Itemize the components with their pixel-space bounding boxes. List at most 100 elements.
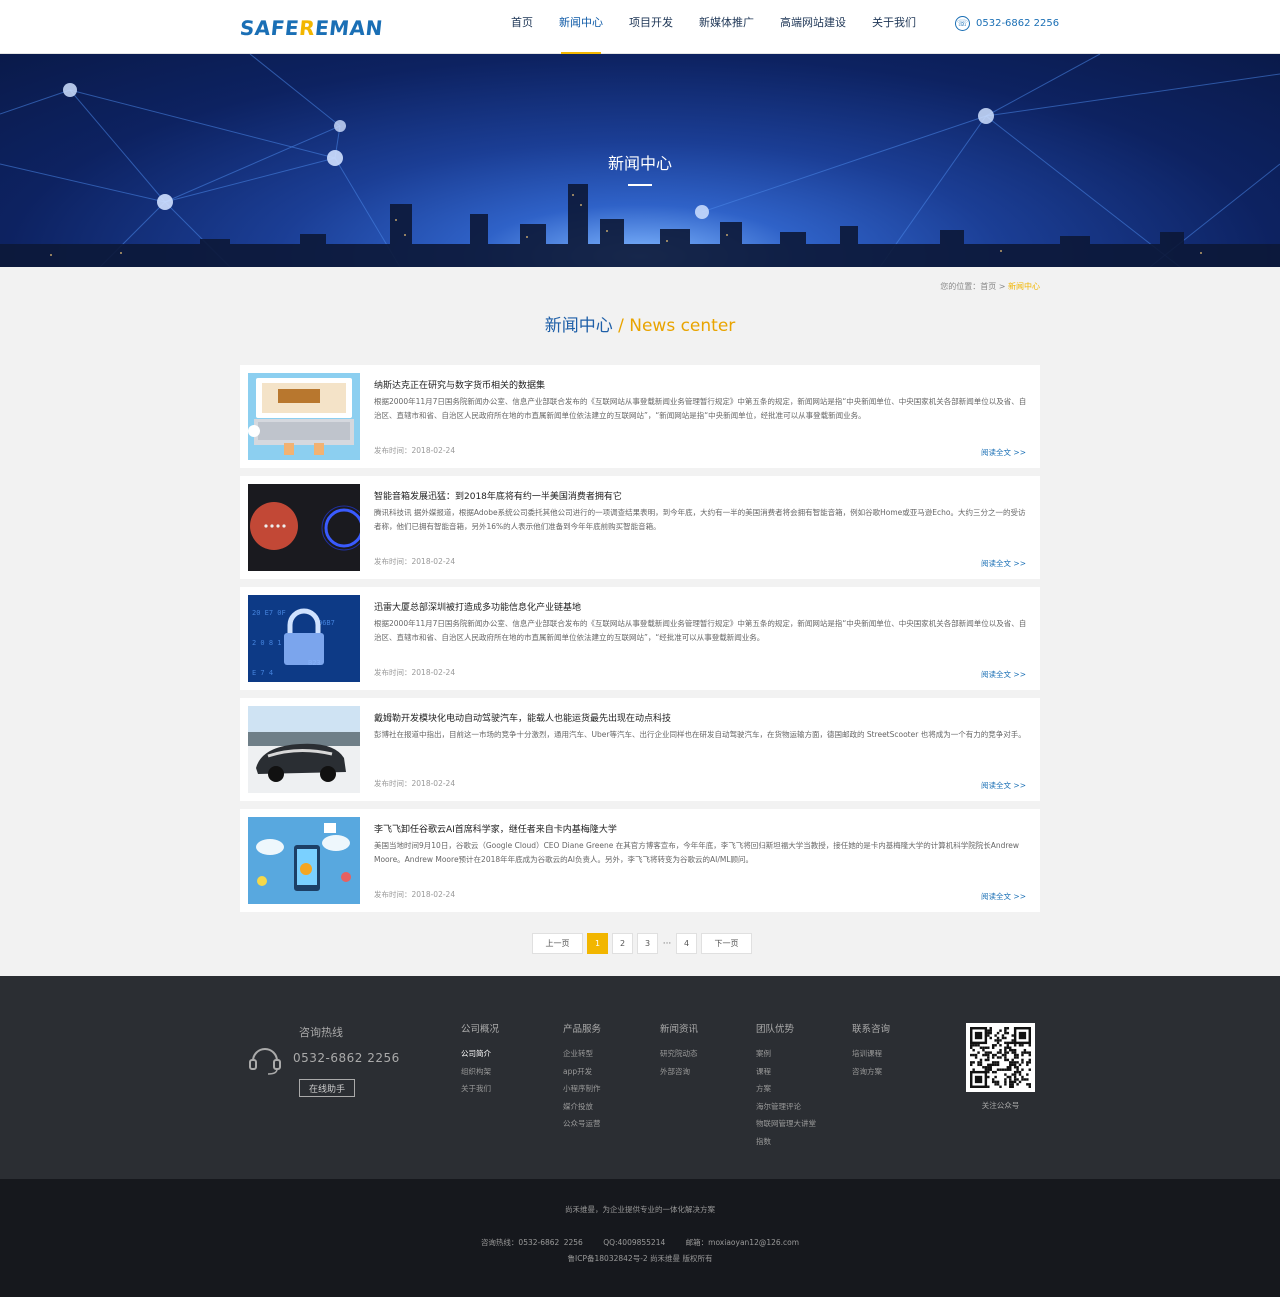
header-phone: ☏ 0532-6862 2256 xyxy=(955,16,1059,31)
header-phone-number: 0532-6862 2256 xyxy=(976,18,1060,29)
news-item[interactable]: 纳斯达克正在研究与数字货币相关的数据集根据2000年11月7日国务院新闻办公室、… xyxy=(240,365,1040,468)
news-thumbnail[interactable] xyxy=(248,706,360,793)
footer-column: 联系咨询 培训课程 咨询方案 xyxy=(852,1021,890,1080)
footer-link[interactable]: 公司简介 xyxy=(461,1045,499,1063)
footer-column-title: 产品服务 xyxy=(563,1024,602,1035)
news-summary: 根据2000年11月7日国务院新闻办公室、信息产业部联合发布的《互联网站从事登载… xyxy=(374,397,1027,420)
qr-label: 关注公众号 xyxy=(981,1101,1020,1110)
breadcrumb-current: 新闻中心 xyxy=(1008,282,1040,291)
footer-link[interactable]: 企业转型 xyxy=(563,1045,601,1063)
read-more-link[interactable]: 阅读全文 >> xyxy=(981,780,1026,791)
news-thumbnail[interactable] xyxy=(248,817,360,904)
phone-icon: ☏ xyxy=(955,16,970,31)
footer-link[interactable]: 咨询方案 xyxy=(852,1063,890,1081)
footer-link[interactable]: 指数 xyxy=(756,1133,816,1151)
footer-link[interactable]: 培训课程 xyxy=(852,1045,890,1063)
pagination-ellipsis: ··· xyxy=(662,938,672,949)
qr-code-image xyxy=(966,1023,1035,1092)
page-4-button[interactable]: 4 xyxy=(676,933,697,954)
footer-link[interactable]: 方案 xyxy=(756,1080,816,1098)
prev-page-button[interactable]: 上一页 xyxy=(532,933,583,954)
news-date: 发布时间：2018-02-24 xyxy=(374,557,456,566)
news-thumbnail[interactable] xyxy=(248,484,360,571)
nav-item[interactable]: 新闻中心 xyxy=(546,0,616,54)
read-more-link[interactable]: 阅读全文 >> xyxy=(981,669,1026,680)
footer-column-title: 团队优势 xyxy=(756,1024,795,1035)
nav-item[interactable]: 首页 xyxy=(498,0,546,54)
section-title-en: News center xyxy=(629,316,736,336)
pagination: 上一页 1 2 3 ··· 4 下一页 xyxy=(532,933,752,954)
read-more-link[interactable]: 阅读全文 >> xyxy=(981,558,1026,569)
footer-link[interactable]: 外部咨询 xyxy=(660,1063,698,1081)
breadcrumb-home-link[interactable]: 首页 xyxy=(980,282,996,291)
footer-link[interactable]: 媒介投放 xyxy=(563,1098,601,1116)
hotline-title: 咨询热线 xyxy=(299,1026,343,1039)
news-summary: 根据2000年11月7日国务院新闻办公室、信息产业部联合发布的《互联网站从事登载… xyxy=(374,619,1027,642)
footer-column-title: 公司概况 xyxy=(461,1024,500,1035)
footer-link[interactable]: 组织构架 xyxy=(461,1063,499,1081)
page-3-button[interactable]: 3 xyxy=(637,933,658,954)
section-title-cn: 新闻中心 xyxy=(544,316,613,336)
svg-text:06B7: 06B7 xyxy=(318,619,335,627)
bottom-slogan: 尚禾维曼，为企业提供专业的一体化解决方案 xyxy=(565,1205,715,1214)
footer-link[interactable]: 公众号运营 xyxy=(563,1115,601,1133)
online-assistant-button[interactable]: 在线助手 xyxy=(299,1079,355,1097)
footer-column: 新闻资讯 研究院动态 外部咨询 xyxy=(660,1021,698,1080)
news-date: 发布时间：2018-02-24 xyxy=(374,446,456,455)
read-more-link[interactable]: 阅读全文 >> xyxy=(981,891,1026,902)
news-item[interactable]: 20 E7 0F2 0 8 1B2306B7E 7 4迅雷大厦总部深圳被打造成多… xyxy=(240,587,1040,690)
svg-text:2 0 8 1: 2 0 8 1 xyxy=(252,639,282,647)
main-nav: 首页 新闻中心 项目开发 新媒体推广 高端网站建设 关于我们 xyxy=(498,0,929,54)
news-title[interactable]: 纳斯达克正在研究与数字货币相关的数据集 xyxy=(374,378,545,391)
footer-link[interactable]: 小程序制作 xyxy=(563,1080,601,1098)
nav-item[interactable]: 新媒体推广 xyxy=(686,0,767,54)
news-item[interactable]: 智能音箱发展迅猛：到2018年底将有约一半美国消费者拥有它腾讯科技讯 据外媒报道… xyxy=(240,476,1040,579)
nav-item[interactable]: 关于我们 xyxy=(859,0,929,54)
site-header: SAFEREMAN 首页 新闻中心 项目开发 新媒体推广 高端网站建设 关于我们 ☏ 05… xyxy=(0,0,1280,54)
read-more-link[interactable]: 阅读全文 >> xyxy=(981,447,1026,458)
page-2-button[interactable]: 2 xyxy=(612,933,633,954)
news-title[interactable]: 戴姆勒开发模块化电动自动驾驶汽车，能载人也能运货最先出现在动点科技 xyxy=(374,711,671,724)
news-item[interactable]: 李飞飞卸任谷歌云AI首席科学家，继任者来自卡内基梅隆大学 美国当地时间9月10日，… xyxy=(240,809,1040,912)
news-list: 纳斯达克正在研究与数字货币相关的数据集根据2000年11月7日国务院新闻办公室、… xyxy=(240,365,1040,920)
section-title: 新闻中心 / News center xyxy=(0,311,1280,336)
next-page-button[interactable]: 下一页 xyxy=(701,933,752,954)
news-summary: 腾讯科技讯 据外媒报道，根据Adobe系统公司委托其他公司进行的一项调查结果表明… xyxy=(374,508,1026,531)
nav-item[interactable]: 高端网站建设 xyxy=(767,0,859,54)
bottom-icp: 鲁ICP备18032842号-2 尚禾维曼 版权所有 xyxy=(567,1254,713,1263)
footer-link[interactable]: 案例 xyxy=(756,1045,816,1063)
section-title-separator: / xyxy=(612,316,630,336)
svg-text:E 7 4: E 7 4 xyxy=(252,669,273,677)
bottom-qq: QQ:4009855214 xyxy=(603,1238,666,1247)
news-title[interactable]: 迅雷大厦总部深圳被打造成多功能信息化产业链基地 xyxy=(374,600,581,613)
site-logo[interactable]: SAFEREMAN xyxy=(239,16,384,40)
news-thumbnail[interactable]: 20 E7 0F2 0 8 1B2306B7E 7 4 xyxy=(248,595,360,682)
news-title[interactable]: 智能音箱发展迅猛：到2018年底将有约一半美国消费者拥有它 xyxy=(374,489,622,502)
footer-hotline-number: 0532-6862 2256 xyxy=(293,1051,400,1065)
news-title[interactable]: 李飞飞卸任谷歌云AI首席科学家，继任者来自卡内基梅隆大学 xyxy=(374,822,617,835)
footer-column: 公司概况公司简介 组织构架 关于我们 xyxy=(461,1021,499,1098)
headset-icon xyxy=(249,1048,281,1075)
bottom-bar: 尚禾维曼，为企业提供专业的一体化解决方案 咨询热线：0532-6862 2256… xyxy=(0,1179,1280,1297)
banner-title: 新闻中心 xyxy=(607,154,672,173)
page-1-button[interactable]: 1 xyxy=(587,933,608,954)
bottom-email: 邮箱：moxiaoyan12@126.com xyxy=(685,1238,800,1247)
news-summary: 彭博社在报道中指出，目前这一市场的竞争十分激烈，通用汽车、Uber等汽车、出行企… xyxy=(374,730,1026,739)
svg-text:20 E7 0F: 20 E7 0F xyxy=(252,609,286,617)
page-banner: 新闻中心 xyxy=(0,54,1280,267)
site-footer: 咨询热线 0532-6862 2256 在线助手 公司概况公司简介 组织构架 关于我… xyxy=(0,976,1280,1179)
news-date: 发布时间：2018-02-24 xyxy=(374,779,456,788)
footer-link[interactable]: 研究院动态 xyxy=(660,1045,698,1063)
footer-link[interactable]: 关于我们 xyxy=(461,1080,499,1098)
footer-link[interactable]: 物联网管理大讲堂 xyxy=(756,1115,816,1133)
breadcrumb: 您的位置：首页 > 新闻中心 xyxy=(900,281,1040,292)
news-item[interactable]: 戴姆勒开发模块化电动自动驾驶汽车，能载人也能运货最先出现在动点科技彭博社在报道中… xyxy=(240,698,1040,801)
breadcrumb-separator: > xyxy=(996,282,1008,291)
footer-link[interactable]: 海尔管理评论 xyxy=(756,1098,816,1116)
news-date: 发布时间：2018-02-24 xyxy=(374,890,456,899)
news-thumbnail[interactable] xyxy=(248,373,360,460)
bottom-contact: 咨询热线：0532-6862 2256 QQ:4009855214 邮箱：mox… xyxy=(0,1237,1280,1248)
footer-link[interactable]: app开发 xyxy=(563,1063,601,1081)
nav-item[interactable]: 项目开发 xyxy=(616,0,686,54)
footer-link[interactable]: 课程 xyxy=(756,1063,816,1081)
